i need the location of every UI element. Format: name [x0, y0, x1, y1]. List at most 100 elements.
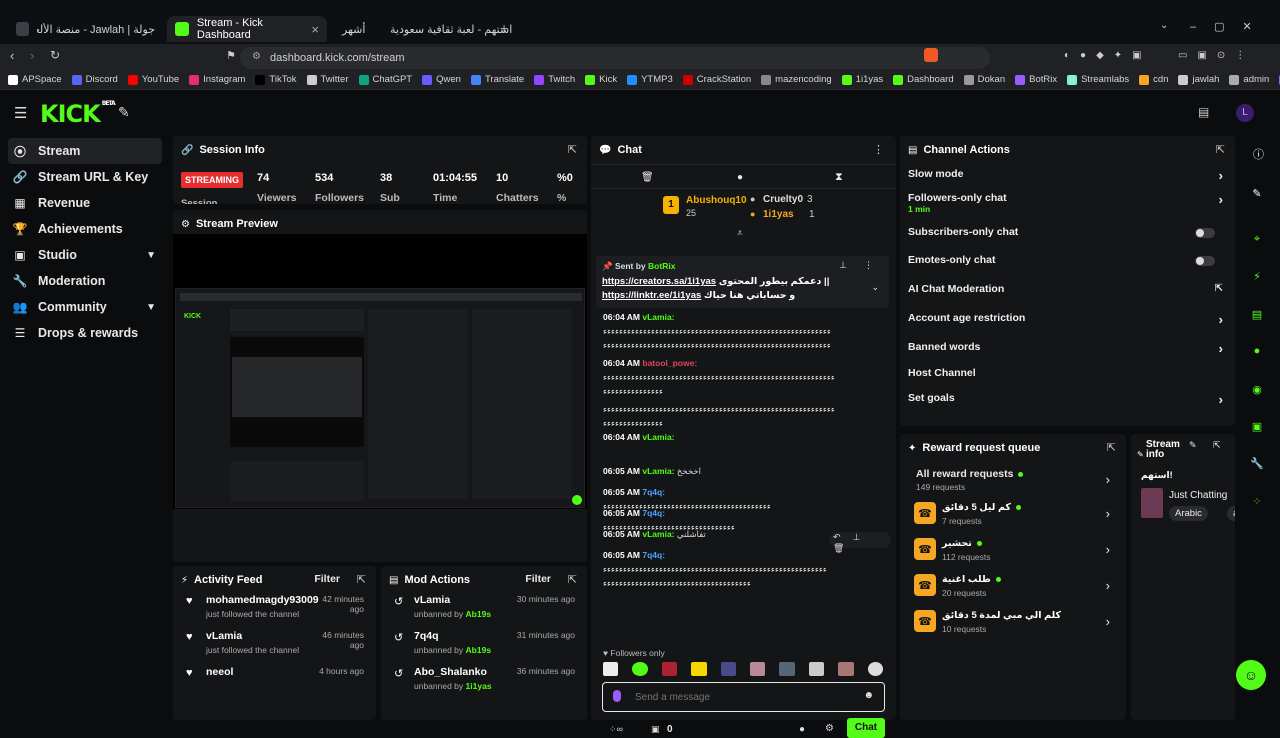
chevron-right-icon[interactable]: ›	[1106, 578, 1110, 593]
bookmark-item[interactable]: Kick	[585, 74, 617, 85]
gift-box-icon[interactable]: ▣	[651, 724, 660, 735]
reward-item[interactable]: ☎ كلم الي مبي لمدة 5 دقائق 10 requests ›	[914, 608, 1118, 638]
gear-icon[interactable]: ⚙	[825, 723, 834, 734]
channel-action-ai-chat-moderation[interactable]: AI Chat Moderation ⇱	[908, 283, 1227, 301]
popout-icon[interactable]: ⇱	[1216, 143, 1225, 156]
channel-action-set-goals[interactable]: Set goals ›	[908, 392, 1227, 410]
bookmark-item[interactable]: 1i1yas	[841, 74, 883, 85]
new-tab-icon[interactable]: +	[500, 20, 508, 36]
camera-icon[interactable]: ⌖	[1244, 226, 1270, 252]
brave-shield-icon[interactable]	[924, 48, 938, 62]
bookmark-item[interactable]: TikTok	[255, 74, 297, 85]
video-player[interactable]: KICK	[173, 234, 587, 509]
bookmark-item[interactable]: mazencoding	[761, 74, 832, 85]
bookmark-item[interactable]: Discord	[71, 74, 118, 85]
all-rewards-link[interactable]: All reward requests	[916, 468, 1024, 480]
popout-icon[interactable]: ⇱	[1213, 440, 1221, 451]
pencil-icon[interactable]: ✎	[1244, 180, 1270, 206]
emote-icon[interactable]	[867, 662, 884, 676]
chevron-right-icon[interactable]: ›	[1219, 392, 1223, 407]
sidebar-item-moderation[interactable]: 🔧 Moderation	[8, 268, 162, 294]
sidebar-item-revenue[interactable]: ▦ Revenue	[8, 190, 162, 216]
info-icon[interactable]: ⓘ	[1253, 146, 1264, 162]
toggle-switch[interactable]	[1195, 256, 1215, 266]
bookmark-item[interactable]: YouTube	[127, 74, 179, 85]
site-info-icon[interactable]: ⚙	[252, 51, 261, 62]
emoji-icon[interactable]: ☻	[863, 690, 874, 701]
emote-icon[interactable]	[691, 662, 707, 676]
channel-action-subscribers-only-chat[interactable]: Subscribers-only chat	[908, 226, 1227, 244]
chat-username[interactable]: vLamia:	[642, 312, 674, 322]
edit-icon[interactable]: ✎	[1189, 440, 1197, 451]
chevron-right-icon[interactable]: ›	[1106, 472, 1110, 487]
chevron-right-icon[interactable]: ›	[1219, 341, 1223, 356]
help-icon[interactable]: ☺	[1236, 660, 1266, 690]
tools-icon[interactable]: ✎	[118, 104, 130, 121]
unpin-icon[interactable]: ⊥	[839, 260, 847, 271]
points-icon[interactable]: ⁘∞	[609, 724, 623, 735]
pinned-menu-icon[interactable]: ⋮	[864, 260, 873, 271]
popout-icon[interactable]: ⇱	[357, 573, 366, 586]
chat-username[interactable]: batool_powe:	[642, 358, 697, 368]
chat-username[interactable]: vLamia:	[642, 529, 674, 539]
tab-search-icon[interactable]: ⌄	[1160, 20, 1168, 31]
filter-button[interactable]: Filter	[314, 573, 340, 585]
toolbar-icons[interactable]: ▭▣⊙⋮	[1178, 50, 1255, 61]
browser-tab-kick[interactable]: Stream - Kick Dashboard ×	[167, 16, 327, 42]
channel-action-account-age-restriction[interactable]: Account age restriction ›	[908, 312, 1227, 330]
channel-action-followers-only-chat[interactable]: Followers-only chat 1 min ›	[908, 192, 1227, 214]
bookmark-item[interactable]: admin	[1229, 74, 1269, 85]
inbox-icon[interactable]: ▤	[1198, 105, 1209, 119]
bookmark-item[interactable]: Twitter	[306, 74, 349, 85]
bookmark-item[interactable]: Streamlabs	[1067, 74, 1129, 85]
bookmark-item[interactable]: APSpace	[8, 74, 62, 85]
bookmark-item[interactable]: CrackStation	[682, 74, 751, 85]
channel-action-host-channel[interactable]: Host Channel	[908, 367, 1227, 385]
bookmark-icon[interactable]: ⚑	[226, 49, 236, 62]
url-field[interactable]: dashboard.kick.com/stream	[240, 47, 990, 69]
browser-tab-jawlah[interactable]: جولة | Jawlah - منصة الألعاب التفاعلية	[8, 16, 163, 42]
channel-action-banned-words[interactable]: Banned words ›	[908, 341, 1227, 359]
forward-icon[interactable]: ›	[30, 48, 34, 63]
channel-action-emotes-only-chat[interactable]: Emotes-only chat	[908, 254, 1227, 272]
sidebar-item-achievements[interactable]: 🏆 Achievements	[8, 216, 162, 242]
chevron-right-icon[interactable]: ›	[1219, 192, 1223, 207]
trash-icon[interactable]: 🗑	[641, 172, 654, 183]
chat-menu-icon[interactable]: ⋮	[873, 143, 884, 156]
activity-name[interactable]: neeol	[206, 666, 233, 678]
mic-icon[interactable]	[613, 690, 621, 702]
mod-by[interactable]: Ab19s	[466, 645, 492, 655]
chat-username[interactable]: 7q4q:	[642, 508, 665, 518]
avatar[interactable]: L	[1236, 104, 1254, 122]
pinned-link[interactable]: https://linktr.ee/1i1yas	[602, 290, 701, 301]
pin-toggle-icon[interactable]: ⩡	[737, 228, 743, 239]
emote-icon[interactable]	[779, 662, 795, 676]
leader-name[interactable]: 1i1yas	[763, 209, 794, 220]
bookmark-item[interactable]: cdn	[1139, 74, 1168, 85]
popout-icon[interactable]: ⇱	[1107, 441, 1116, 454]
chat-username[interactable]: vLamia:	[642, 432, 674, 442]
emote-icon[interactable]	[720, 662, 737, 676]
emote-icon[interactable]	[661, 662, 678, 676]
emote-icon[interactable]	[808, 662, 825, 676]
mod-target-name[interactable]: 7q4q	[414, 630, 439, 642]
broadcast-icon[interactable]: ◉	[1244, 376, 1270, 402]
emote-icon[interactable]	[750, 662, 766, 676]
browser-tab-ist[interactable]: استهم - لعبة ثقافية سعودية	[382, 16, 512, 42]
sidebar-item-community[interactable]: 👥 Community ▼	[8, 294, 162, 320]
chevron-right-icon[interactable]: ›	[1219, 168, 1223, 183]
hourglass-icon[interactable]: ⧗	[835, 171, 843, 184]
chat-icon[interactable]: ●	[1244, 338, 1270, 364]
chat-bubble-icon[interactable]: ●	[737, 172, 743, 183]
popout-icon[interactable]: ⇱	[568, 143, 577, 156]
chevron-down-icon[interactable]: ▼	[146, 250, 156, 261]
toggle-switch[interactable]	[1195, 228, 1215, 238]
message-actions[interactable]: ↶⊥🗑	[829, 532, 891, 553]
storage-icon[interactable]: ▣	[1244, 413, 1270, 439]
bookmark-item[interactable]: Dashboard	[893, 74, 954, 85]
wrench-icon[interactable]: 🔧	[1244, 450, 1270, 476]
sidebar-item-drops-rewards[interactable]: ☰ Drops & rewards	[8, 320, 162, 346]
pinned-link[interactable]: https://creators.sa/1i1yas	[602, 276, 716, 287]
chat-username[interactable]: vLamia:	[642, 466, 674, 476]
close-tab-icon[interactable]: ×	[311, 22, 319, 37]
